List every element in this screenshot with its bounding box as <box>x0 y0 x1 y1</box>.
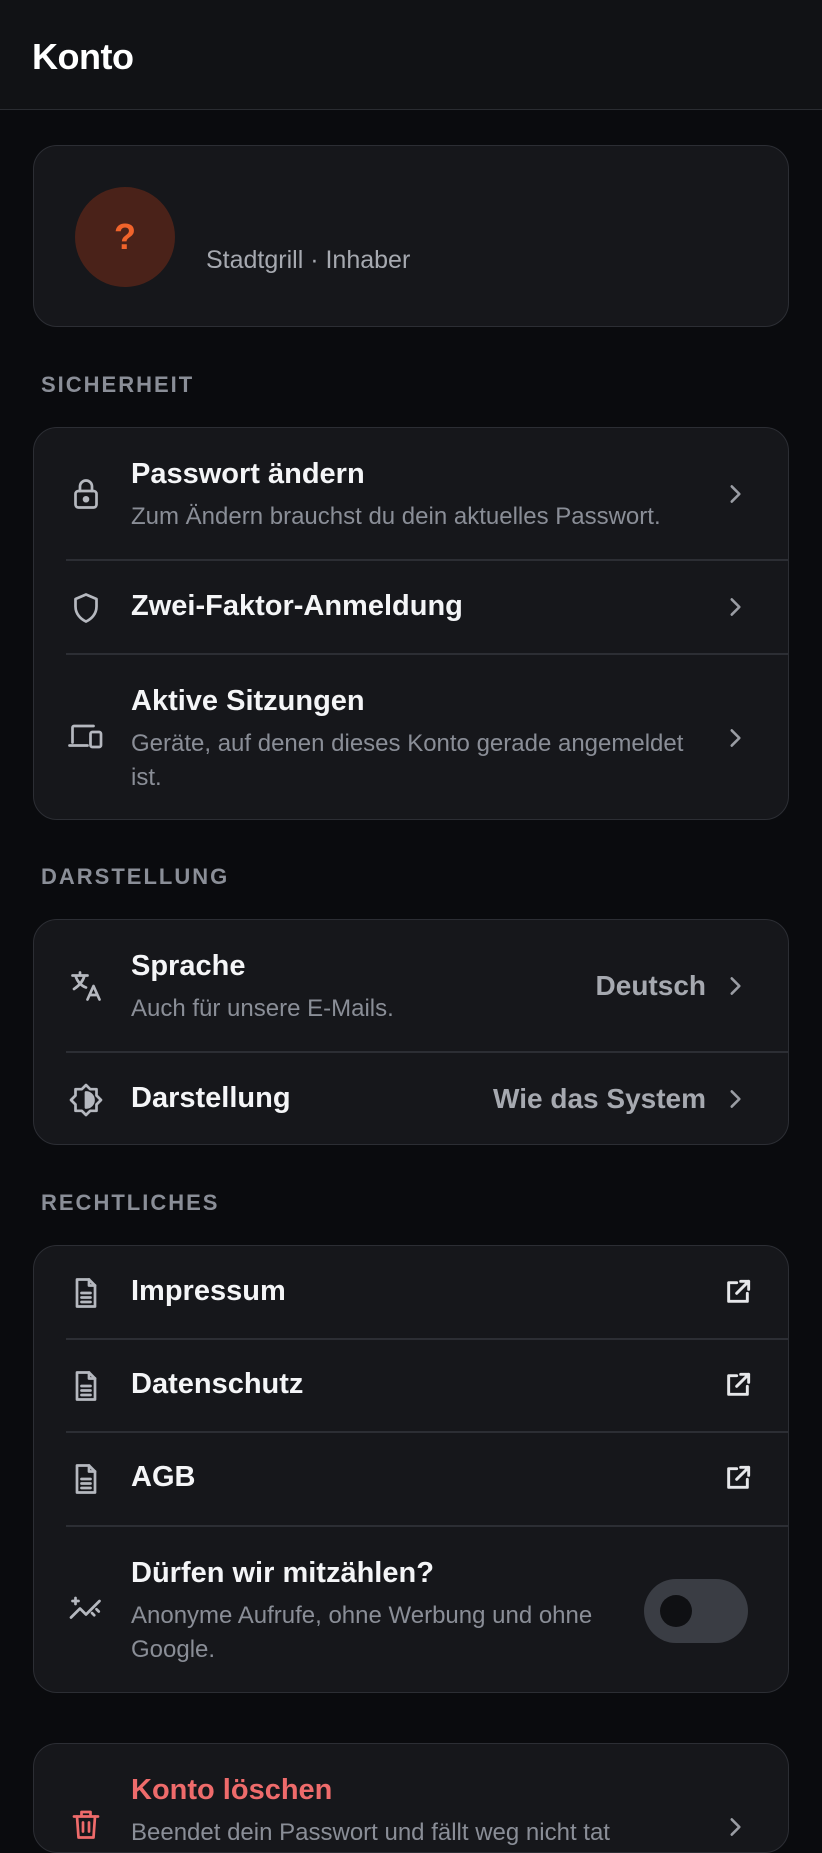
analytics-toggle[interactable] <box>644 1579 748 1643</box>
security-card: Passwort ändern Zum Ändern brauchst du d… <box>33 427 789 820</box>
document-icon <box>66 1459 106 1499</box>
appearance-card: Sprache Auch für unsere E-Mails. Deutsch… <box>33 919 789 1145</box>
chevron-right-icon <box>730 729 741 747</box>
chevron-right-icon <box>730 485 741 503</box>
chevron-right-icon <box>730 977 741 995</box>
document-icon <box>66 1273 106 1313</box>
legal-card: Impressum Datenschutz AGB Dürfen wir mit… <box>33 1245 789 1693</box>
row-subtitle: Anonyme Aufrufe, ohne Werbung und ohne G… <box>131 1602 593 1663</box>
page-title: Konto <box>32 36 134 77</box>
row-title: Dürfen wir mitzählen? <box>131 1557 434 1589</box>
section-label-appearance: DARSTELLUNG <box>41 864 230 889</box>
terms-row[interactable]: AGB <box>34 1433 788 1525</box>
devices-icon <box>66 715 106 755</box>
row-subtitle: Beendet dein Passwort und fällt weg nich… <box>131 1819 610 1846</box>
row-title: Passwort ändern <box>131 458 365 490</box>
avatar[interactable]: ? <box>75 187 175 287</box>
lock-icon <box>66 474 106 514</box>
language-row[interactable]: Sprache Auch für unsere E-Mails. Deutsch <box>34 920 788 1052</box>
shield-icon <box>66 588 106 628</box>
imprint-row[interactable]: Impressum <box>34 1246 788 1339</box>
theme-value: Wie das System <box>493 1083 706 1114</box>
row-title: Aktive Sitzungen <box>131 685 365 717</box>
delete-account-card: Konto löschen Beendet dein Passwort und … <box>33 1743 789 1853</box>
row-title: Konto löschen <box>131 1774 333 1806</box>
external-link-icon <box>727 1465 751 1489</box>
language-value: Deutsch <box>595 970 706 1001</box>
profile-subtitle: Stadtgrill · Inhaber <box>206 246 411 274</box>
privacy-row[interactable]: Datenschutz <box>34 1340 788 1432</box>
trash-icon <box>66 1804 106 1844</box>
section-label-legal: RECHTLICHES <box>41 1190 220 1215</box>
document-icon <box>66 1366 106 1406</box>
row-subtitle: Zum Ändern brauchst du dein aktuelles Pa… <box>131 503 661 530</box>
row-title: AGB <box>131 1461 196 1493</box>
row-subtitle: Auch für unsere E-Mails. <box>131 995 394 1022</box>
active-sessions-row[interactable]: Aktive Sitzungen Geräte, auf denen diese… <box>34 655 788 819</box>
row-subtitle: Geräte, auf denen dieses Konto gerade an… <box>131 730 684 791</box>
external-link-icon <box>727 1372 751 1396</box>
theme-row[interactable]: Darstellung Wie das System <box>34 1053 788 1144</box>
avatar-placeholder-glyph: ? <box>114 216 136 257</box>
row-title: Datenschutz <box>131 1368 304 1400</box>
chevron-right-icon <box>730 1818 741 1836</box>
toggle-knob <box>660 1595 692 1627</box>
brightness-icon <box>66 1080 106 1120</box>
profile-card: ? Stadtgrill · Inhaber <box>33 145 789 327</box>
analytics-consent-row: Dürfen wir mitzählen? Anonyme Aufrufe, o… <box>34 1527 788 1692</box>
row-title: Sprache <box>131 950 246 982</box>
delete-account-row[interactable]: Konto löschen Beendet dein Passwort und … <box>34 1744 788 1852</box>
row-title: Zwei-Faktor-Anmeldung <box>131 590 463 622</box>
external-link-icon <box>727 1279 751 1303</box>
change-password-row[interactable]: Passwort ändern Zum Ändern brauchst du d… <box>34 428 788 560</box>
row-title: Darstellung <box>131 1082 291 1114</box>
section-label-security: SICHERHEIT <box>41 372 195 397</box>
top-app-bar: Konto <box>0 0 822 110</box>
two-factor-row[interactable]: Zwei-Faktor-Anmeldung <box>34 561 788 654</box>
translate-icon <box>66 966 106 1006</box>
chevron-right-icon <box>730 1090 741 1108</box>
row-title: Impressum <box>131 1275 286 1307</box>
chevron-right-icon <box>730 598 741 616</box>
analytics-icon <box>66 1587 106 1627</box>
